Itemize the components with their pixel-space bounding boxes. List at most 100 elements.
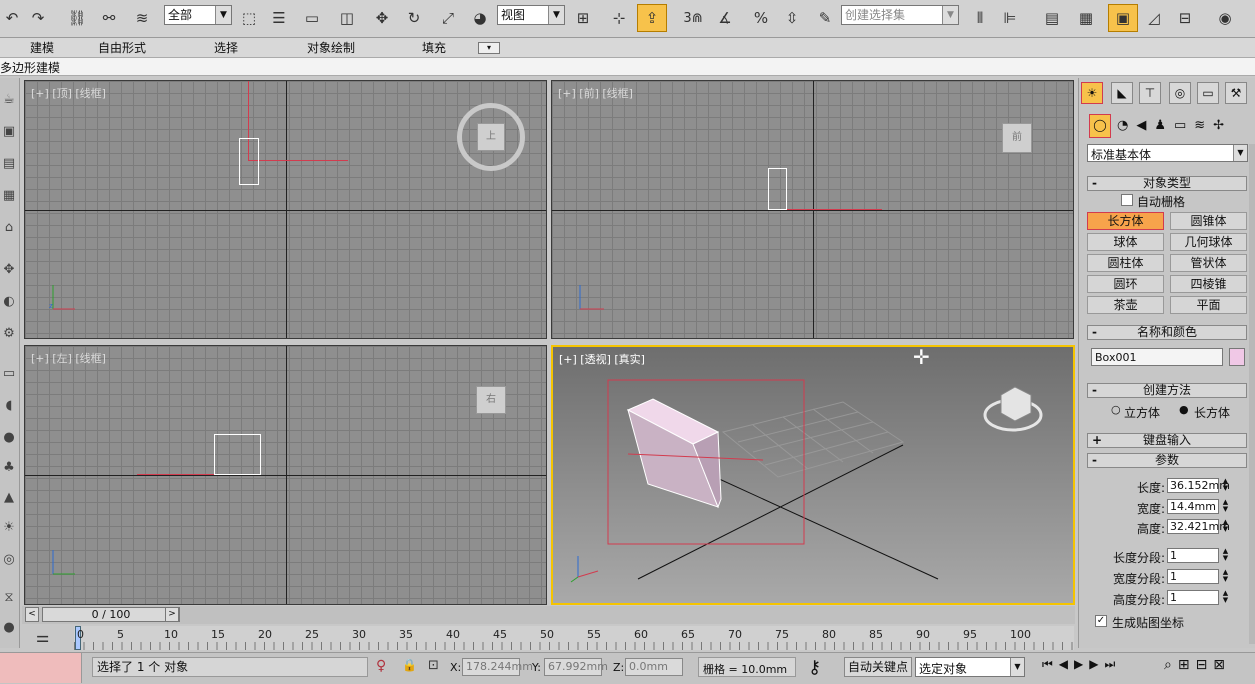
select-by-name-icon[interactable]: ☰ <box>268 4 290 32</box>
viewport-perspective[interactable]: [+] [透视] [真实] ✛ <box>551 345 1075 605</box>
display-tab-icon[interactable]: ▭ <box>1197 82 1219 104</box>
viewport-icon[interactable]: ▣ <box>0 122 18 142</box>
cone-icon[interactable]: ▲ <box>0 488 18 508</box>
utilities-tab-icon[interactable]: ⚒ <box>1225 82 1247 104</box>
height-field[interactable]: 32.421mm <box>1167 519 1230 534</box>
bind-spacewarp-icon[interactable]: ≋ <box>130 4 154 32</box>
dna-icon[interactable]: ⧖ <box>0 588 18 608</box>
pivot-center-icon[interactable]: ⊞ <box>570 4 596 32</box>
playback-controls[interactable]: ⏮◀▶▶⏭ <box>1042 657 1121 672</box>
sphere-icon[interactable]: ● <box>0 428 18 448</box>
curve-editor-icon[interactable]: ◿ <box>1142 4 1166 32</box>
length-segs-spinner-icon[interactable]: ▲ ▼ <box>1221 548 1230 563</box>
viewport-left[interactable]: [+] [左] [线框] 右 <box>24 345 547 605</box>
disc-icon[interactable]: ◐ <box>0 292 18 312</box>
snap-toggle-icon[interactable]: 3 ⋒ <box>676 4 710 32</box>
set-key-icon[interactable]: ⚷ <box>808 657 821 678</box>
object-color-swatch[interactable] <box>1229 348 1245 366</box>
hierarchy-tab-icon[interactable]: ⊤ <box>1139 82 1161 104</box>
select-manipulate-icon[interactable]: ⊹ <box>606 4 632 32</box>
viewport-label[interactable]: [+] [顶] [线框] <box>31 85 106 101</box>
geosphere-button[interactable]: 几何球体 <box>1170 233 1247 251</box>
robot-icon[interactable]: ⚙ <box>0 324 18 344</box>
motion-tab-icon[interactable]: ◎ <box>1169 82 1191 104</box>
lock-icon[interactable]: 🔒 <box>402 658 417 672</box>
tube-button[interactable]: 管状体 <box>1170 254 1247 272</box>
view-navigation-controls[interactable]: ⌕⊞⊟⊠ <box>1164 657 1231 673</box>
undo-icon[interactable]: ↶ <box>2 4 22 32</box>
next-frame-button[interactable]: > <box>165 607 179 622</box>
ribbon-options-icon[interactable]: ▾ <box>478 42 500 54</box>
tab-populate[interactable]: 填充 <box>422 40 446 56</box>
teapot-icon[interactable]: ☕ <box>0 90 18 110</box>
pyramid-button[interactable]: 四棱锥 <box>1170 275 1247 293</box>
scale-icon[interactable]: ⤢ <box>435 4 461 32</box>
viewcube[interactable]: 右 <box>476 386 506 414</box>
unlink-icon[interactable]: ⚯ <box>98 4 120 32</box>
teapot-button[interactable]: 茶壶 <box>1087 296 1164 314</box>
box-object[interactable] <box>214 434 261 475</box>
layer-manager-icon[interactable]: ▤ <box>1040 4 1064 32</box>
viewport-label[interactable]: [+] [左] [线框] <box>31 350 106 366</box>
prev-frame-button[interactable]: < <box>25 607 39 622</box>
select-object-icon[interactable]: ⬚ <box>238 4 260 32</box>
viewcube[interactable]: 前 <box>1002 123 1032 153</box>
pin-icon[interactable]: ● <box>0 618 18 638</box>
viewport-label[interactable]: [+] [前] [线框] <box>558 85 633 101</box>
y-coordinate-field[interactable]: 67.992mm <box>544 658 608 676</box>
object-type-rollout[interactable]: - 对象类型 <box>1087 176 1247 191</box>
creation-method-rollout[interactable]: - 创建方法 <box>1087 383 1247 398</box>
z-coordinate-field[interactable]: 0.0mm <box>625 658 683 676</box>
auto-key-button[interactable]: 自动关键点 <box>844 657 912 677</box>
polygon-modeling-label[interactable]: 多边形建模 <box>0 59 60 76</box>
command-panel-scrollbar[interactable] <box>1249 144 1255 644</box>
width-spinner-icon[interactable]: ▲ ▼ <box>1221 499 1230 514</box>
rotate-icon[interactable]: ↻ <box>402 4 426 32</box>
key-filter-dropdown[interactable]: 选定对象 ▼ <box>915 657 1025 677</box>
grid-icon[interactable]: ▦ <box>0 186 18 206</box>
width-segs-spinner-icon[interactable]: ▲ ▼ <box>1221 569 1230 584</box>
percent-snap-icon[interactable]: % <box>748 4 774 32</box>
gen-mapping-checkbox[interactable]: ✓ <box>1095 615 1107 627</box>
cone-button[interactable]: 圆锥体 <box>1170 212 1247 230</box>
autogrid-checkbox[interactable] <box>1121 194 1133 206</box>
plane-button[interactable]: 平面 <box>1170 296 1247 314</box>
spinner-snap-icon[interactable]: ⇳ <box>780 4 804 32</box>
mini-curve-editor-icon[interactable]: ⚌ <box>36 628 49 646</box>
length-field[interactable]: 36.152mm <box>1167 478 1230 493</box>
ring-icon[interactable]: ◎ <box>0 550 18 570</box>
graphite-ribbon-icon[interactable]: ▦ <box>1073 4 1099 32</box>
height-spinner-icon[interactable]: ▲ ▼ <box>1221 519 1230 534</box>
keyboard-shortcut-override-icon[interactable]: ⇪ <box>637 4 667 32</box>
viewport-front[interactable]: [+] [前] [线框] 前 <box>551 80 1074 339</box>
place-icon[interactable]: ◕ <box>468 4 492 32</box>
tool-icon[interactable]: ✥ <box>0 260 18 280</box>
edit-named-selection-icon[interactable]: ✎ <box>812 4 838 32</box>
ribbon-toggle-icon[interactable]: ▣ <box>1108 4 1138 32</box>
sphere-button[interactable]: 球体 <box>1087 233 1164 251</box>
window-crossing-icon[interactable]: ◫ <box>336 4 358 32</box>
reference-coord-dropdown[interactable]: 视图 ▼ <box>497 5 565 25</box>
lamp-icon[interactable]: ⌂ <box>0 218 18 238</box>
modify-tab-icon[interactable]: ◣ <box>1111 82 1133 104</box>
tab-selection[interactable]: 选择 <box>214 40 238 56</box>
list-icon[interactable]: ▤ <box>0 154 18 174</box>
timeline-track[interactable]: 0 5 10 15 20 25 30 35 40 45 50 55 60 65 70 75 80 85 90 95 10… <box>74 626 1074 650</box>
create-tab-icon[interactable]: ☀ <box>1081 82 1103 104</box>
geometry-icon[interactable]: ◯ <box>1089 114 1111 138</box>
tab-object-paint[interactable]: 对象绘制 <box>307 40 355 56</box>
viewcube[interactable]: 上 <box>477 123 505 151</box>
rectangular-selection-icon[interactable]: ▭ <box>300 4 324 32</box>
box-button[interactable]: 长方体 <box>1087 212 1164 230</box>
tab-modeling[interactable]: 建模 <box>30 40 54 56</box>
width-field[interactable]: 14.4mm <box>1167 499 1219 514</box>
angle-snap-icon[interactable]: ∡ <box>712 4 738 32</box>
move-icon[interactable]: ✥ <box>370 4 394 32</box>
box-radio[interactable]: ● <box>1179 403 1189 416</box>
selection-filter-dropdown[interactable]: 全部 ▼ <box>164 5 232 25</box>
torus-button[interactable]: 圆环 <box>1087 275 1164 293</box>
link-icon[interactable]: ⛓ <box>66 4 88 32</box>
redo-icon[interactable]: ↷ <box>28 4 48 32</box>
create-category-icons[interactable]: ◔◀♟▭≋✢ <box>1117 118 1232 133</box>
tree-icon[interactable]: ♣ <box>0 458 18 478</box>
